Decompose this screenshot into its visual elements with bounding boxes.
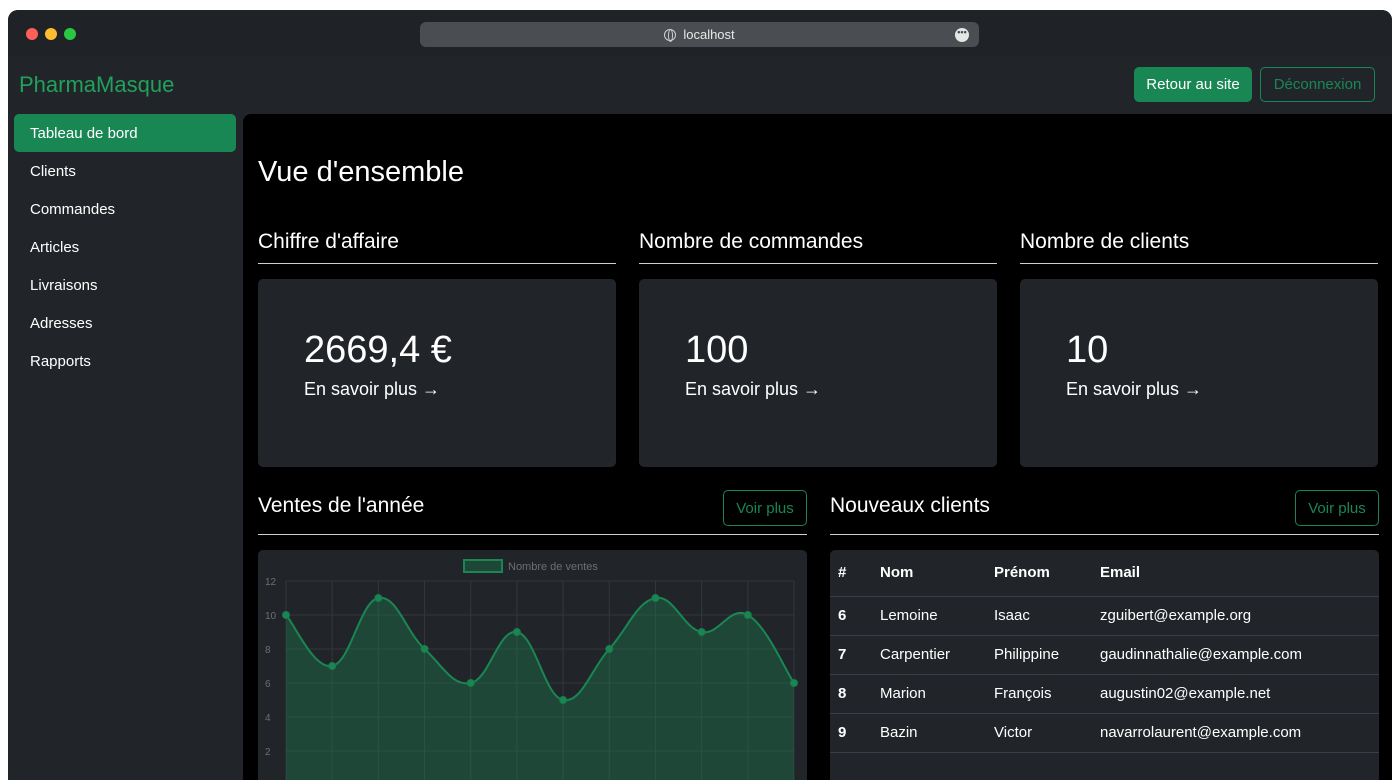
cell-firstname: Isaac xyxy=(986,596,1092,636)
chart-data-point xyxy=(420,645,429,653)
cell-email: zguibert@example.org xyxy=(1092,596,1379,636)
browser-window: localhost ••• PharmaMasque Retour au sit… xyxy=(8,10,1392,780)
chart-data-point xyxy=(743,611,752,619)
window-controls xyxy=(26,28,76,40)
back-to-site-button[interactable]: Retour au site xyxy=(1134,67,1252,102)
brand-logo-text[interactable]: PharmaMasque xyxy=(19,72,174,98)
table-row: 8 Marion François augustin02@example.net xyxy=(830,674,1379,714)
cell-id: 9 xyxy=(830,713,872,753)
chart-y-tick-label: 6 xyxy=(265,679,271,690)
table-header-row: # Nom Prénom Email xyxy=(830,550,1379,597)
cell-name: Lemoine xyxy=(872,596,986,636)
cell-name: Bazin xyxy=(872,713,986,753)
sales-heading: Ventes de l'année xyxy=(258,494,425,517)
stat-link-orders[interactable]: En savoir plus → xyxy=(685,379,821,400)
chart-y-tick-label: 12 xyxy=(265,577,277,588)
stat-heading-orders: Nombre de commandes xyxy=(639,230,997,264)
stat-value-orders: 100 xyxy=(685,329,749,371)
sales-chart-card: 12 10 8 6 4 2 Nombre de ventes xyxy=(258,550,807,780)
sidebar-item-reports[interactable]: Rapports xyxy=(14,342,236,380)
clients-divider xyxy=(830,534,1379,535)
address-bar[interactable]: localhost ••• xyxy=(420,22,979,47)
stat-card-revenue: 2669,4 € En savoir plus → xyxy=(258,279,616,467)
logout-button[interactable]: Déconnexion xyxy=(1260,67,1375,102)
cell-id: 8 xyxy=(830,674,872,714)
sidebar-item-orders[interactable]: Commandes xyxy=(14,190,236,228)
main-content: Vue d'ensemble Chiffre d'affaire Nombre … xyxy=(243,114,1392,780)
new-clients-table-card: # Nom Prénom Email 6 Lemoine Isaac zguib… xyxy=(830,550,1379,780)
sales-more-button[interactable]: Voir plus xyxy=(723,490,807,526)
chart-data-point xyxy=(605,645,614,653)
cell-email: gaudinnathalie@example.com xyxy=(1092,635,1379,675)
sidebar-nav: Tableau de bord Clients Commandes Articl… xyxy=(14,114,236,380)
stat-value-revenue: 2669,4 € xyxy=(304,329,452,371)
chart-y-tick-label: 4 xyxy=(265,713,271,724)
stat-link-revenue[interactable]: En savoir plus → xyxy=(304,379,440,400)
chart-data-point xyxy=(328,662,337,670)
sidebar-item-addresses[interactable]: Adresses xyxy=(14,304,236,342)
stat-heading-revenue: Chiffre d'affaire xyxy=(258,230,616,264)
chart-data-point xyxy=(282,611,290,619)
sidebar-item-clients[interactable]: Clients xyxy=(14,152,236,190)
chart-legend-label: Nombre de ventes xyxy=(508,561,598,573)
close-window-button[interactable] xyxy=(26,28,38,40)
cell-email: augustin02@example.net xyxy=(1092,674,1379,714)
address-bar-url: localhost xyxy=(683,27,735,42)
globe-icon xyxy=(664,28,677,42)
stat-card-orders: 100 En savoir plus → xyxy=(639,279,997,467)
sales-divider xyxy=(258,534,807,535)
chart-data-point xyxy=(559,696,568,704)
cell-email: navarrolaurent@example.com xyxy=(1092,713,1379,753)
cell-id: 6 xyxy=(830,596,872,636)
browser-titlebar: localhost ••• xyxy=(8,10,1392,56)
cell-firstname: Philippine xyxy=(986,635,1092,675)
table-row: 6 Lemoine Isaac zguibert@example.org xyxy=(830,596,1379,636)
table-row: 9 Bazin Victor navarrolaurent@example.co… xyxy=(830,713,1379,753)
page-title: Vue d'ensemble xyxy=(258,156,464,188)
column-header-firstname: Prénom xyxy=(986,550,1092,597)
table-row: 7 Carpentier Philippine gaudinnathalie@e… xyxy=(830,635,1379,675)
stat-card-clients: 10 En savoir plus → xyxy=(1020,279,1378,467)
chart-y-tick-label: 2 xyxy=(265,747,271,758)
chart-data-point xyxy=(512,628,521,636)
column-header-email: Email xyxy=(1092,550,1379,597)
stat-value-clients: 10 xyxy=(1066,329,1109,371)
chart-data-point xyxy=(790,679,798,687)
more-options-icon[interactable]: ••• xyxy=(955,28,969,42)
column-header-id: # xyxy=(830,550,872,597)
sidebar-item-articles[interactable]: Articles xyxy=(14,228,236,266)
chart-data-point xyxy=(374,594,383,602)
chart-legend-swatch xyxy=(463,559,503,573)
chart-y-tick-label: 8 xyxy=(265,645,271,656)
chart-area-fill xyxy=(286,597,794,780)
stat-link-clients[interactable]: En savoir plus → xyxy=(1066,379,1202,400)
chart-data-point xyxy=(697,628,706,636)
cell-name: Carpentier xyxy=(872,635,986,675)
chart-data-point xyxy=(466,679,475,687)
maximize-window-button[interactable] xyxy=(64,28,76,40)
sidebar-item-deliveries[interactable]: Livraisons xyxy=(14,266,236,304)
cell-id: 7 xyxy=(830,635,872,675)
clients-more-button[interactable]: Voir plus xyxy=(1295,490,1379,526)
stat-heading-clients: Nombre de clients xyxy=(1020,230,1378,264)
sales-chart: 12 10 8 6 4 2 Nombre de ventes xyxy=(265,559,798,780)
column-header-name: Nom xyxy=(872,550,986,597)
sidebar-item-dashboard[interactable]: Tableau de bord xyxy=(14,114,236,152)
new-clients-table: # Nom Prénom Email 6 Lemoine Isaac zguib… xyxy=(830,550,1379,753)
cell-firstname: Victor xyxy=(986,713,1092,753)
clients-heading: Nouveaux clients xyxy=(830,494,990,517)
chart-y-tick-label: 10 xyxy=(265,611,277,622)
minimize-window-button[interactable] xyxy=(45,28,57,40)
chart-data-point xyxy=(651,594,660,602)
cell-firstname: François xyxy=(986,674,1092,714)
cell-name: Marion xyxy=(872,674,986,714)
